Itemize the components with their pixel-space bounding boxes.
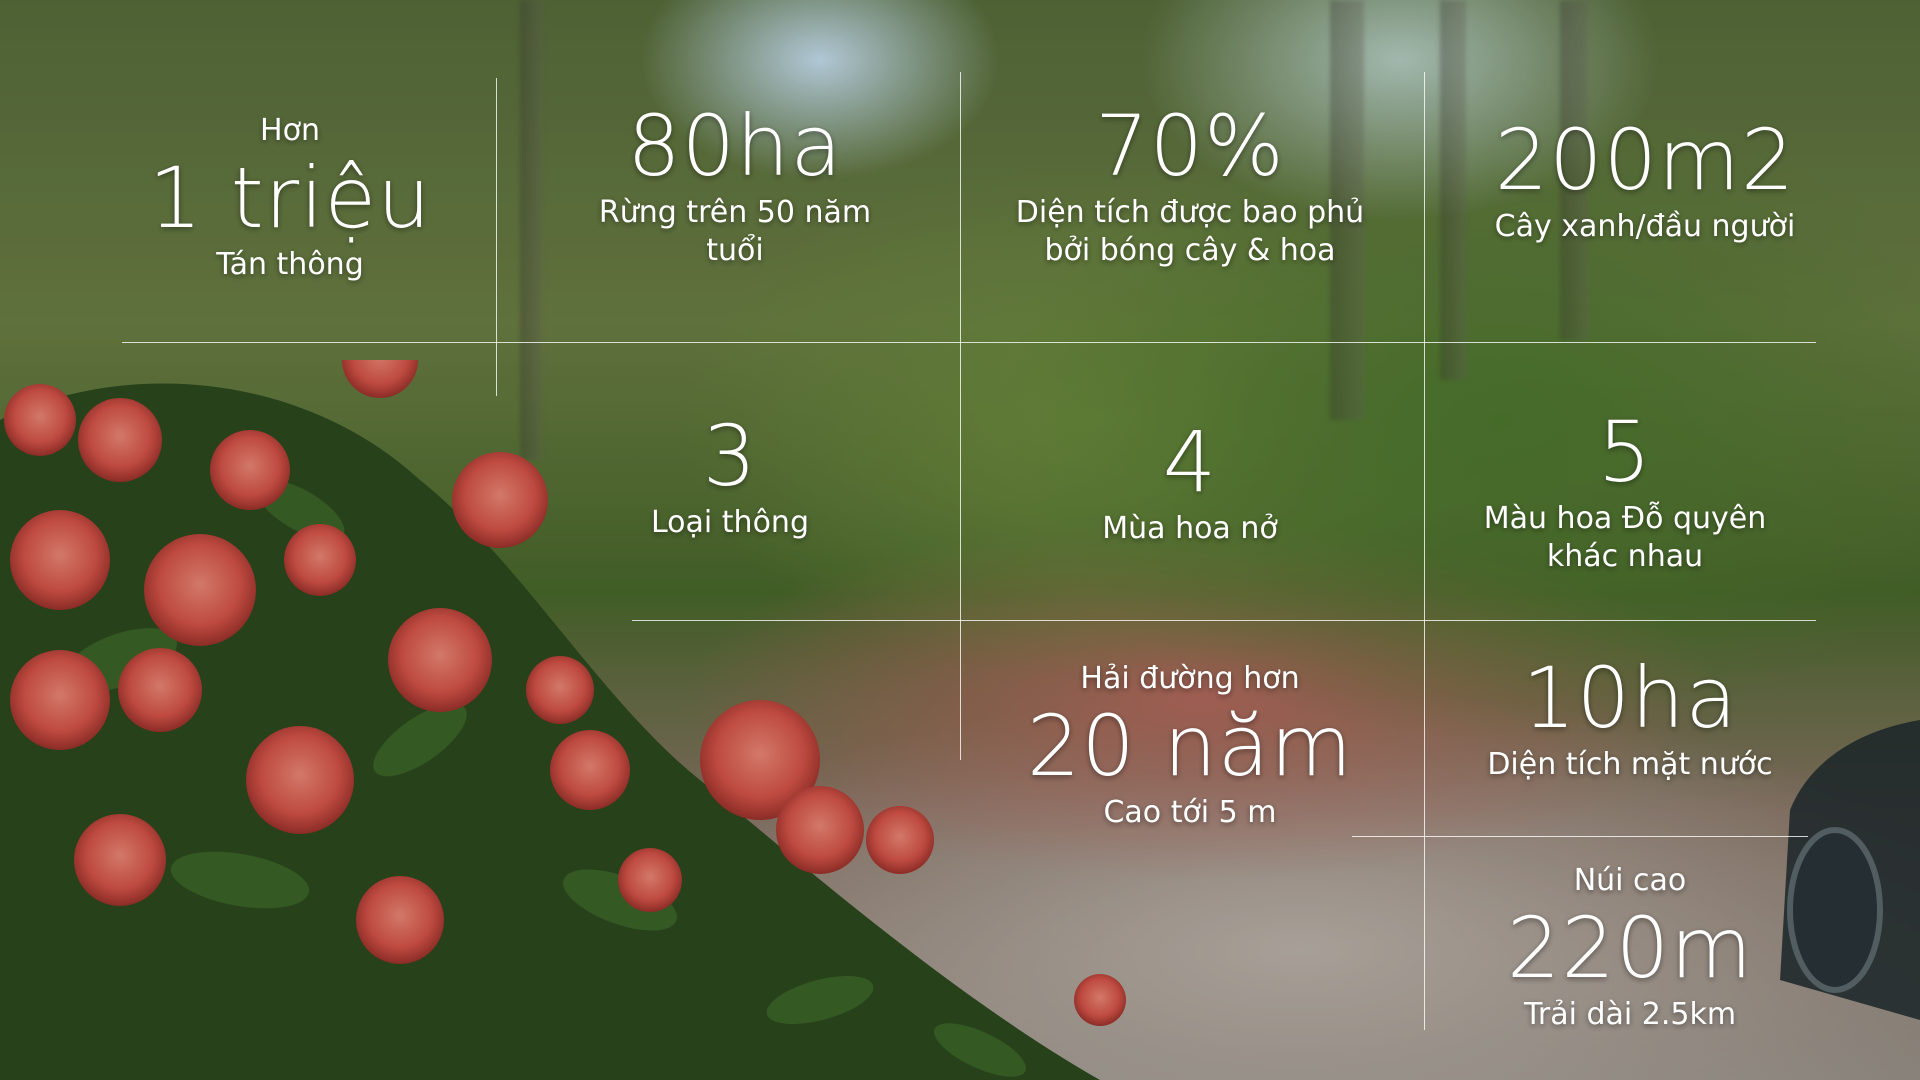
stat-prefix: Hơn xyxy=(260,113,320,148)
stat-mountain-height: Núi cao 220m Trải dài 2.5km xyxy=(1460,862,1800,1034)
stat-value: 220m xyxy=(1506,899,1754,997)
stat-old-forest: 80ha Rừng trên 50 năm tuổi xyxy=(585,98,885,270)
stat-prefix: Núi cao xyxy=(1573,863,1687,898)
stat-coverage: 70% Diện tích được bao phủ bởi bóng cây … xyxy=(1000,98,1380,270)
stat-green-per-capita: 200m2 Cây xanh/đầu người xyxy=(1460,112,1830,246)
stat-value: 3 xyxy=(702,407,758,505)
stat-label: Trải dài 2.5km xyxy=(1523,997,1737,1032)
grid-divider xyxy=(1352,836,1808,837)
stat-value: 20 năm xyxy=(1026,697,1354,795)
stat-label: Tán thông xyxy=(216,247,364,282)
grid-divider xyxy=(122,342,1816,343)
stat-prefix: Hải đường hơn xyxy=(1080,661,1300,696)
stat-label: Màu hoa Đỗ quyên khác nhau xyxy=(1483,501,1767,574)
stat-label: Loại thông xyxy=(651,505,809,540)
grid-divider xyxy=(632,620,1816,621)
stat-value: 70% xyxy=(1095,97,1285,195)
stat-label: Diện tích được bao phủ bởi bóng cây & ho… xyxy=(1015,195,1365,268)
stat-label: Cây xanh/đầu người xyxy=(1494,209,1796,244)
stat-value: 4 xyxy=(1162,413,1218,511)
stat-label: Mùa hoa nở xyxy=(1102,511,1278,546)
grid-divider xyxy=(496,78,497,396)
stat-pine-canopy: Hơn 1 triệu Tán thông xyxy=(130,112,450,284)
stat-azalea-colors: 5 Màu hoa Đỗ quyên khác nhau xyxy=(1470,404,1780,576)
stat-value: 80ha xyxy=(627,97,843,195)
stat-value: 1 triệu xyxy=(148,149,432,247)
stat-label: Diện tích mặt nước xyxy=(1487,747,1773,782)
stat-value: 200m2 xyxy=(1494,111,1796,209)
stat-value: 10ha xyxy=(1522,649,1738,747)
grid-divider xyxy=(960,72,961,760)
grid-divider xyxy=(1424,72,1425,1030)
stat-label: Rừng trên 50 năm tuổi xyxy=(598,195,872,268)
stat-pine-types: 3 Loại thông xyxy=(580,408,880,542)
stat-label: Cao tới 5 m xyxy=(1103,795,1277,830)
stat-value: 5 xyxy=(1597,403,1653,501)
stat-flower-seasons: 4 Mùa hoa nở xyxy=(1040,414,1340,548)
stat-water-area: 10ha Diện tích mặt nước xyxy=(1460,650,1800,784)
stat-begonia-age: Hải đường hơn 20 năm Cao tới 5 m xyxy=(1010,660,1370,832)
